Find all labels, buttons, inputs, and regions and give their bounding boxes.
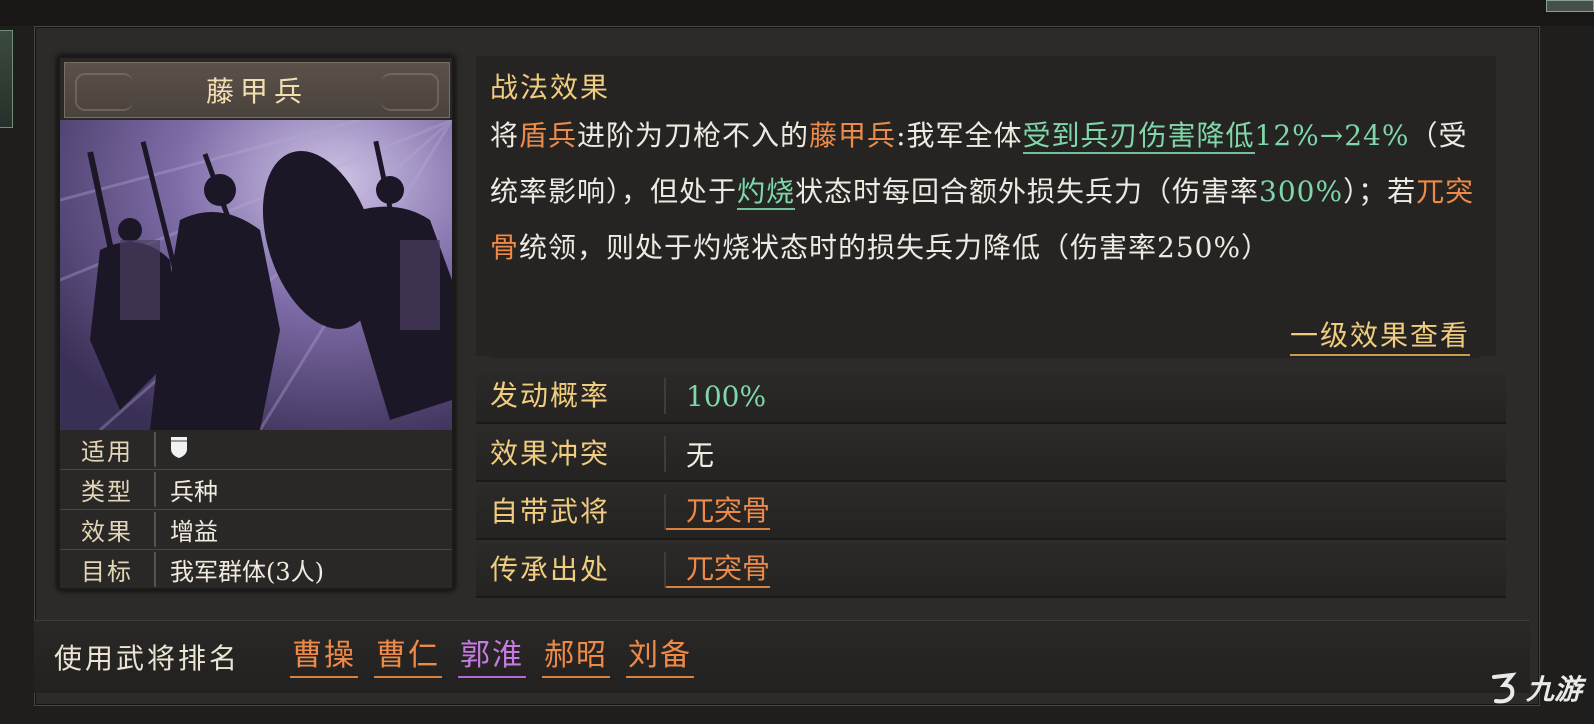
side-tab[interactable] — [0, 30, 13, 128]
own-general-label: 自带武将 — [476, 494, 666, 530]
effect-seg-keyword: 藤甲兵 — [809, 119, 897, 152]
title-ornament-left — [75, 73, 133, 111]
shield-icon — [171, 436, 187, 458]
card-attributes: 适用 类型 兵种 效果 增益 目标 我军群体(3人) — [60, 430, 452, 589]
info-row-inherit: 传承出处 兀突骨 — [476, 544, 1506, 598]
effect-seg-term[interactable]: 受到兵刃伤害降低 — [1022, 119, 1255, 154]
attr-label: 目标 — [60, 552, 156, 587]
attr-value: 增益 — [170, 518, 218, 546]
effect-seg-keyword: 盾兵 — [519, 119, 578, 152]
usage-ranking-label: 使用武将排名 — [54, 642, 241, 675]
troop-silhouette-art — [60, 120, 452, 430]
attr-value: 我军群体(3人) — [170, 558, 324, 586]
info-row-trigger-rate: 发动概率 100% — [476, 370, 1506, 424]
corner-indicator — [1546, 0, 1594, 12]
ranking-general-list: 曹操 曹仁 郭淮 郝昭 刘备 — [290, 636, 695, 678]
trigger-rate-value: 100% — [686, 379, 767, 413]
attr-label: 效果 — [60, 512, 156, 547]
ranking-general-link[interactable]: 郭淮 — [458, 636, 527, 678]
attr-row-target: 目标 我军群体(3人) — [60, 550, 452, 589]
effect-heading: 战法效果 — [490, 71, 611, 104]
info-row-conflict: 效果冲突 无 — [476, 428, 1506, 482]
card-title-bar: 藤甲兵 — [64, 62, 450, 118]
attr-label: 适用 — [60, 432, 156, 467]
ranking-general-link[interactable]: 曹操 — [290, 636, 359, 678]
attr-row-applicable: 适用 — [60, 430, 452, 470]
conflict-label: 效果冲突 — [476, 436, 666, 472]
watermark: 九游 — [1486, 668, 1582, 708]
attr-label: 类型 — [60, 472, 156, 507]
view-level1-effect-link[interactable]: 一级效果查看 — [1289, 314, 1470, 356]
conflict-value: 无 — [686, 439, 715, 472]
info-row-own-general: 自带武将 兀突骨 — [476, 486, 1506, 540]
jiuyou-logo-icon — [1491, 672, 1517, 704]
watermark-text: 九游 — [1525, 673, 1582, 706]
ranking-general-link[interactable]: 刘备 — [626, 636, 695, 678]
card-title: 藤甲兵 — [205, 75, 308, 108]
effect-seg: 统领，则处于灼烧状态时的损失兵力降低（伤害率250%） — [519, 231, 1271, 264]
effect-seg-term[interactable]: 灼烧 — [737, 175, 796, 210]
title-ornament-right — [381, 73, 439, 111]
ranking-general-link[interactable]: 郝昭 — [542, 636, 611, 678]
effect-seg: 状态时每回合额外损失兵力（伤害率 — [795, 175, 1260, 208]
inherit-label: 传承出处 — [476, 552, 666, 588]
ranking-general-link[interactable]: 曹仁 — [374, 636, 443, 678]
top-bar — [0, 0, 1594, 26]
troop-artwork — [60, 120, 452, 430]
inherit-general-link[interactable]: 兀突骨 — [666, 552, 771, 588]
trigger-rate-label: 发动概率 — [476, 378, 666, 414]
own-general-link[interactable]: 兀突骨 — [666, 494, 771, 530]
attr-row-effect: 效果 增益 — [60, 510, 452, 550]
effect-seg-value: 12%→24% — [1254, 119, 1410, 152]
tactic-card: 藤甲兵 适用 类型 兵种 效果 增益 目标 我军群体(3人) — [58, 56, 454, 590]
effect-seg: ）；若 — [1343, 175, 1417, 208]
effect-seg: 将 — [490, 119, 520, 152]
effect-seg: 进阶为刀枪不入的 — [577, 119, 810, 152]
tactic-effect-section: 战法效果 将盾兵进阶为刀枪不入的藤甲兵:我军全体受到兵刃伤害降低12%→24%（… — [476, 56, 1496, 358]
attr-value — [156, 435, 188, 465]
effect-seg: :我军全体 — [896, 119, 1023, 152]
effect-seg-value: 300% — [1259, 175, 1344, 208]
usage-ranking-bar: 使用武将排名 曹操 曹仁 郭淮 郝昭 刘备 — [34, 620, 1530, 693]
attr-row-type: 类型 兵种 — [60, 470, 452, 510]
attr-value: 兵种 — [170, 478, 218, 506]
